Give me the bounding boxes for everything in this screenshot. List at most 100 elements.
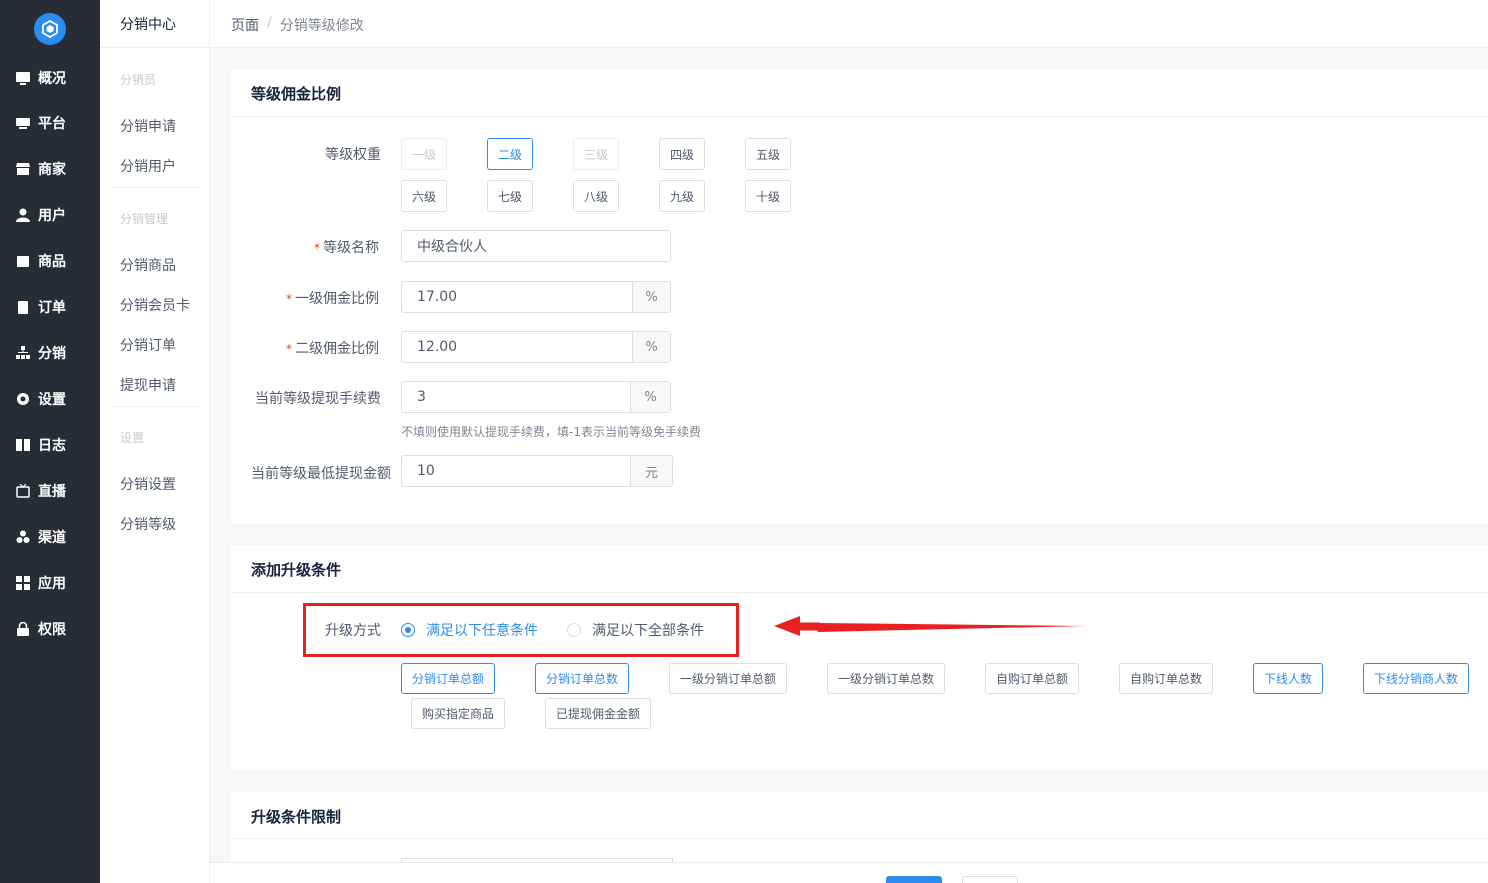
back-button[interactable]: [962, 876, 1018, 883]
sidebar-item-label: 权限: [38, 622, 66, 638]
condition-button[interactable]: 购买指定商品: [411, 698, 505, 729]
sidebar-item-label: 渠道: [38, 530, 66, 546]
radio-dot: [567, 623, 581, 637]
sidebar-item-settings[interactable]: 设置: [0, 376, 100, 422]
divider: [100, 47, 210, 48]
footer-bar: [210, 862, 1488, 883]
upgrade-card: 添加升级条件: [231, 545, 1488, 770]
sub-menu-title: 分销中心: [120, 17, 176, 33]
main-sidebar: 概况 平台 商家 用户 商品 订单 分销 设置 日志 直播 渠道 应用 权限: [0, 0, 100, 883]
sidebar-item-overview[interactable]: 概况: [0, 55, 100, 101]
grid-icon: [15, 575, 31, 591]
label-text: 二级佣金比例: [295, 341, 379, 357]
level-option[interactable]: 五级: [745, 138, 791, 170]
desktop-icon: [15, 115, 31, 131]
withdraw-fee-label: 当前等级提现手续费: [255, 391, 381, 407]
app-logo-icon[interactable]: [34, 13, 66, 45]
sub-item-orders[interactable]: 分销订单: [120, 335, 176, 355]
sidebar-item-label: 商家: [38, 162, 66, 178]
first-commission-input[interactable]: 17.00%: [401, 281, 671, 313]
min-withdraw-input[interactable]: 10 元: [401, 455, 673, 487]
second-commission-label: * 二级佣金比例: [286, 338, 379, 358]
radio-label: 满足以下全部条件: [592, 623, 704, 639]
divider: [231, 838, 1488, 839]
input-value: 12.00: [417, 339, 458, 355]
sidebar-item-label: 直播: [38, 484, 66, 500]
sub-item-member-card[interactable]: 分销会员卡: [120, 295, 190, 315]
condition-button[interactable]: 下线分销商人数: [1363, 663, 1469, 694]
level-option[interactable]: 七级: [487, 180, 533, 212]
cubes-icon: [15, 529, 31, 545]
sub-item-goods[interactable]: 分销商品: [120, 255, 176, 275]
breadcrumb-separator: /: [267, 15, 272, 31]
withdraw-fee-input[interactable]: 3%: [401, 381, 671, 413]
card-title: 等级佣金比例: [251, 85, 342, 103]
divider: [110, 406, 200, 407]
sub-item-levels[interactable]: 分销等级: [120, 514, 176, 534]
condition-button[interactable]: 自购订单总数: [1119, 663, 1213, 694]
sidebar-item-label: 应用: [38, 576, 66, 592]
radio-all-conditions[interactable]: 满足以下全部条件: [567, 620, 704, 640]
condition-button[interactable]: 自购订单总额: [985, 663, 1079, 694]
sidebar-item-apps[interactable]: 应用: [0, 560, 100, 606]
sidebar-item-channel[interactable]: 渠道: [0, 514, 100, 560]
level-option: 三级: [573, 138, 619, 170]
breadcrumb-current: 分销等级修改: [279, 18, 364, 34]
condition-button[interactable]: 分销订单总额: [401, 663, 495, 694]
level-name-input[interactable]: 中级合伙人: [401, 230, 671, 262]
percent-suffix: %: [632, 332, 670, 362]
percent-suffix: %: [632, 282, 670, 312]
second-commission-input[interactable]: 12.00%: [401, 331, 671, 363]
radio-label: 满足以下任意条件: [426, 623, 538, 639]
radio-any-condition[interactable]: 满足以下任意条件: [401, 620, 538, 640]
lock-icon: [15, 621, 31, 637]
level-option[interactable]: 八级: [573, 180, 619, 212]
gear-icon: [15, 391, 31, 407]
sub-item-apply[interactable]: 分销申请: [120, 116, 176, 136]
input-value: 10: [417, 463, 435, 479]
sub-item-withdraw[interactable]: 提现申请: [120, 375, 176, 395]
condition-button[interactable]: 一级分销订单总额: [669, 663, 787, 694]
level-option[interactable]: 六级: [401, 180, 447, 212]
submit-button[interactable]: [886, 876, 942, 883]
level-option: 一级: [401, 138, 447, 170]
level-option[interactable]: 四级: [659, 138, 705, 170]
label-text: 等级名称: [323, 240, 379, 256]
weight-label: 等级权重: [325, 147, 381, 163]
sidebar-item-label: 设置: [38, 392, 66, 408]
sidebar-item-label: 日志: [38, 438, 66, 454]
tv-icon: [15, 483, 31, 499]
bag-icon: [15, 253, 31, 269]
input-value: 17.00: [417, 289, 458, 305]
condition-button[interactable]: 已提现佣金金额: [545, 698, 651, 729]
sub-item-users[interactable]: 分销用户: [120, 156, 176, 176]
condition-button[interactable]: 一级分销订单总数: [827, 663, 945, 694]
percent-suffix: %: [630, 382, 670, 412]
level-option[interactable]: 九级: [659, 180, 705, 212]
clipboard-icon: [15, 299, 31, 315]
divider: [231, 116, 1488, 117]
level-option[interactable]: 二级: [487, 138, 533, 170]
sidebar-item-distribution[interactable]: 分销: [0, 330, 100, 376]
sidebar-item-label: 订单: [38, 300, 66, 316]
sidebar-item-merchant[interactable]: 商家: [0, 146, 100, 192]
sidebar-item-order[interactable]: 订单: [0, 284, 100, 330]
level-option[interactable]: 十级: [745, 180, 791, 212]
breadcrumb-root[interactable]: 页面: [231, 15, 259, 35]
sidebar-item-platform[interactable]: 平台: [0, 100, 100, 146]
condition-button[interactable]: 分销订单总数: [535, 663, 629, 694]
sidebar-item-label: 商品: [38, 254, 66, 270]
sub-item-settings[interactable]: 分销设置: [120, 474, 176, 494]
sidebar-item-user[interactable]: 用户: [0, 192, 100, 238]
header-bar: 页面 / 分销等级修改: [210, 0, 1488, 48]
card-title: 添加升级条件: [251, 561, 342, 579]
input-value: 中级合伙人: [417, 239, 487, 255]
sidebar-item-permission[interactable]: 权限: [0, 606, 100, 652]
input-value: 3: [417, 389, 426, 405]
sidebar-item-log[interactable]: 日志: [0, 422, 100, 468]
red-arrow-annotation: [774, 616, 1086, 636]
sidebar-item-label: 分销: [38, 346, 66, 362]
sidebar-item-live[interactable]: 直播: [0, 468, 100, 514]
sidebar-item-goods[interactable]: 商品: [0, 238, 100, 284]
condition-button[interactable]: 下线人数: [1253, 663, 1323, 694]
